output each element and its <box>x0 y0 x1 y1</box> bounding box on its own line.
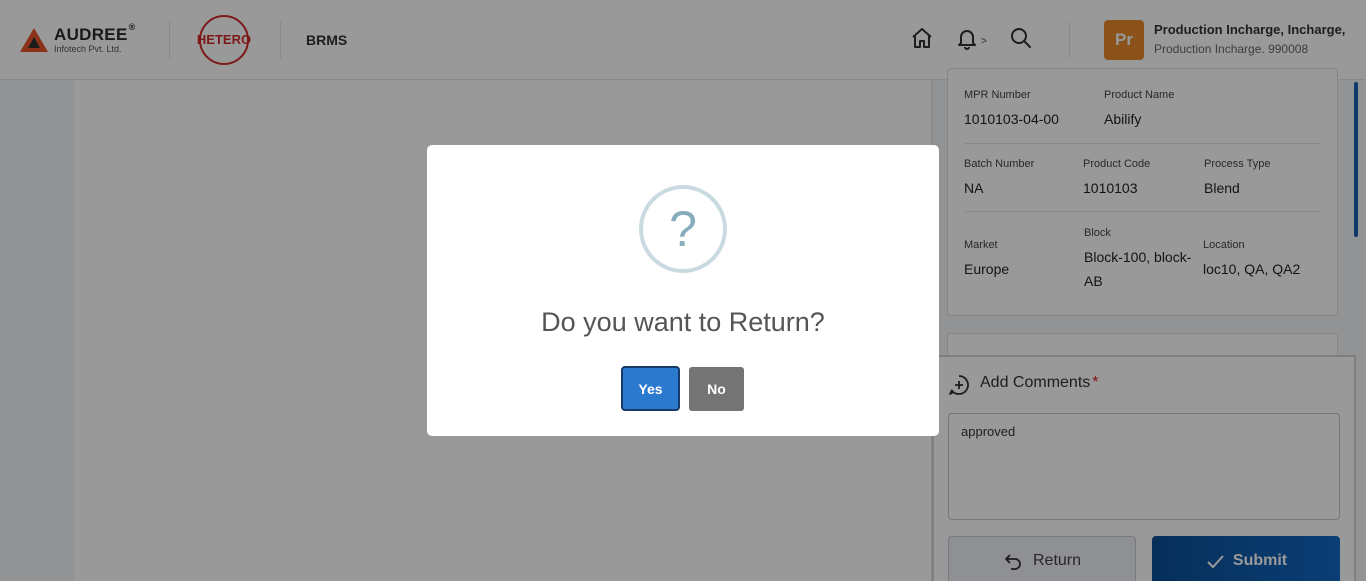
confirm-dialog: ? Do you want to Return? Yes No <box>427 145 939 436</box>
question-icon: ? <box>639 185 727 273</box>
no-button[interactable]: No <box>689 367 744 411</box>
yes-button[interactable]: Yes <box>621 366 680 411</box>
dialog-title: Do you want to Return? <box>541 307 825 337</box>
